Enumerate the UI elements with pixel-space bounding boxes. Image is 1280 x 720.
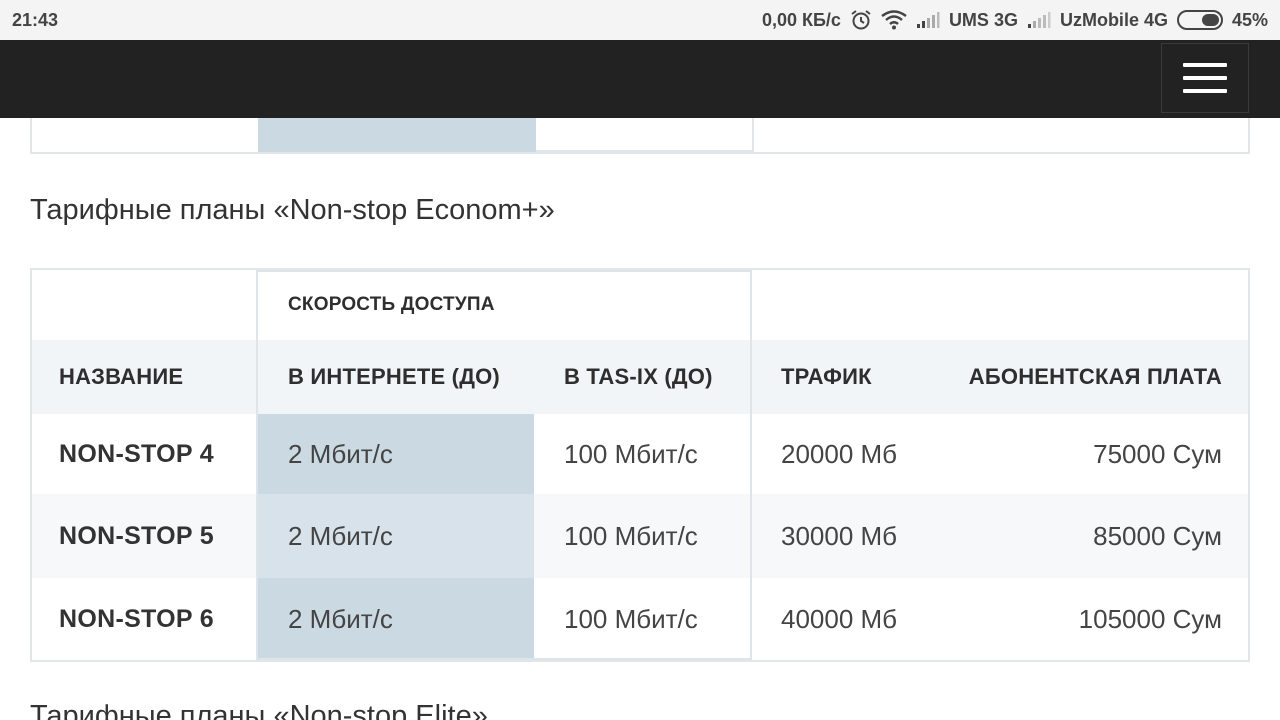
tariff-table: СКОРОСТЬ ДОСТУПА НАЗВАНИЕ В ИНТЕРНЕТЕ (Д… <box>30 268 1250 662</box>
menu-icon <box>1183 63 1227 67</box>
menu-icon <box>1183 76 1227 80</box>
column-header-name: НАЗВАНИЕ <box>59 364 184 389</box>
speed-group-header: СКОРОСТЬ ДОСТУПА <box>288 294 495 315</box>
subscription-fee: 105000 Сум <box>1078 603 1222 634</box>
status-time: 21:43 <box>12 9 59 30</box>
traffic: 20000 Мб <box>781 438 898 469</box>
carrier-2: UzMobile 4G <box>1059 9 1168 30</box>
tasix-speed: 100 Мбит/с <box>564 603 698 634</box>
table-row: NON-STOP 6 2 Мбит/с 100 Мбит/с 40000 Мб … <box>32 578 1248 660</box>
status-indicators: 0,00 КБ/с UMS 3G UzMobile 4G 45% <box>762 9 1268 31</box>
tasix-speed: 100 Мбит/с <box>564 438 698 469</box>
tariff-name: NON-STOP 6 <box>59 604 214 633</box>
network-speed: 0,00 КБ/с <box>761 9 841 30</box>
battery-percent: 45% <box>1231 9 1268 30</box>
carrier-1: UMS 3G <box>948 9 1018 30</box>
battery-icon <box>1176 10 1223 30</box>
table-row: NON-STOP 4 2 Мбит/с 100 Мбит/с 20000 Мб … <box>32 414 1248 494</box>
subscription-fee: 75000 Сум <box>1093 438 1222 469</box>
table-group-header-row: СКОРОСТЬ ДОСТУПА <box>32 270 1248 340</box>
signal-icon <box>1027 11 1051 29</box>
column-header-traffic: ТРАФИК <box>781 364 872 389</box>
traffic: 30000 Мб <box>781 520 898 551</box>
section-title: Тарифные планы «Non-stop Elite» <box>30 700 488 720</box>
section-title: Тарифные планы «Non-stop Econom+» <box>30 194 555 226</box>
menu-icon <box>1183 89 1227 93</box>
menu-button[interactable] <box>1161 43 1249 113</box>
traffic: 40000 Мб <box>781 603 898 634</box>
alarm-icon <box>850 9 872 31</box>
internet-speed: 2 Мбит/с <box>256 414 534 494</box>
column-header-fee: АБОНЕНТСКАЯ ПЛАТА <box>968 364 1222 389</box>
wifi-icon <box>881 10 907 30</box>
internet-speed: 2 Мбит/с <box>256 494 534 578</box>
internet-speed: 2 Мбит/с <box>256 578 534 660</box>
column-header-internet: В ИНТЕРНЕТЕ (ДО) <box>288 364 500 389</box>
table-row: NON-STOP 5 2 Мбит/с 100 Мбит/с 30000 Мб … <box>32 494 1248 578</box>
column-header-tasix: В TAS-IX (ДО) <box>564 364 713 389</box>
subscription-fee: 85000 Сум <box>1093 520 1222 551</box>
signal-icon <box>916 11 940 29</box>
tariff-name: NON-STOP 5 <box>59 521 214 550</box>
tasix-speed: 100 Мбит/с <box>564 520 698 551</box>
table-header-row: НАЗВАНИЕ В ИНТЕРНЕТЕ (ДО) В TAS-IX (ДО) … <box>32 340 1248 414</box>
status-bar: 21:43 0,00 КБ/с UMS 3G UzMobile 4G 45% <box>0 0 1280 40</box>
tariff-name: NON-STOP 4 <box>59 439 214 468</box>
site-header <box>0 40 1280 118</box>
